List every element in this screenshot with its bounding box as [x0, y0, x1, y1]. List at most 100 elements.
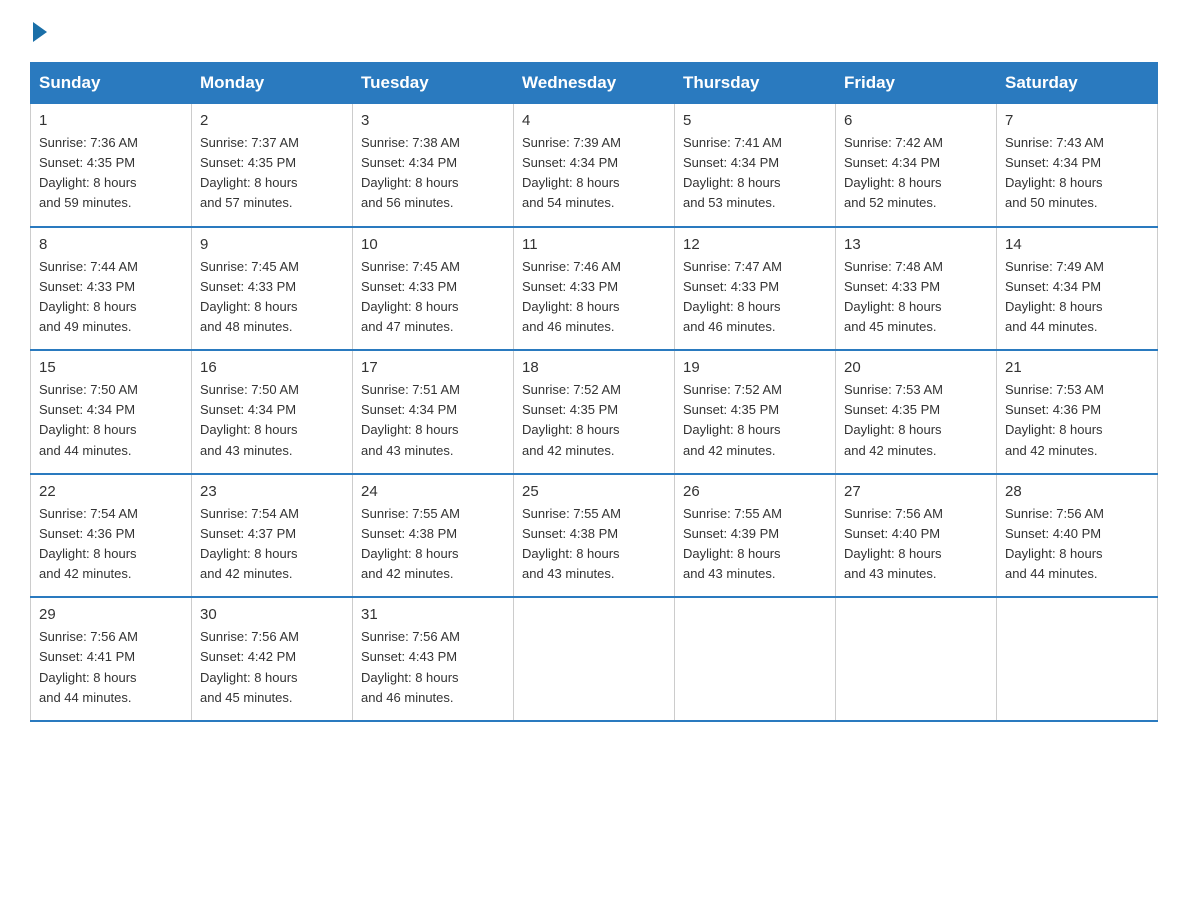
day-number: 12: [683, 236, 827, 253]
day-info: Sunrise: 7:55 AMSunset: 4:38 PMDaylight:…: [522, 504, 666, 585]
day-number: 25: [522, 483, 666, 500]
calendar-cell: 4 Sunrise: 7:39 AMSunset: 4:34 PMDayligh…: [514, 104, 675, 227]
day-info: Sunrise: 7:53 AMSunset: 4:36 PMDaylight:…: [1005, 380, 1149, 461]
logo-line1: [30, 20, 47, 42]
day-info: Sunrise: 7:38 AMSunset: 4:34 PMDaylight:…: [361, 133, 505, 214]
day-info: Sunrise: 7:55 AMSunset: 4:38 PMDaylight:…: [361, 504, 505, 585]
calendar-cell: 6 Sunrise: 7:42 AMSunset: 4:34 PMDayligh…: [836, 104, 997, 227]
day-info: Sunrise: 7:37 AMSunset: 4:35 PMDaylight:…: [200, 133, 344, 214]
calendar-cell: 12 Sunrise: 7:47 AMSunset: 4:33 PMDaylig…: [675, 227, 836, 351]
day-info: Sunrise: 7:56 AMSunset: 4:40 PMDaylight:…: [1005, 504, 1149, 585]
day-number: 20: [844, 359, 988, 376]
weekday-header-friday: Friday: [836, 63, 997, 104]
calendar-cell: [514, 597, 675, 721]
day-info: Sunrise: 7:49 AMSunset: 4:34 PMDaylight:…: [1005, 257, 1149, 338]
calendar-cell: 2 Sunrise: 7:37 AMSunset: 4:35 PMDayligh…: [192, 104, 353, 227]
day-number: 21: [1005, 359, 1149, 376]
day-info: Sunrise: 7:47 AMSunset: 4:33 PMDaylight:…: [683, 257, 827, 338]
day-info: Sunrise: 7:50 AMSunset: 4:34 PMDaylight:…: [39, 380, 183, 461]
calendar-cell: 28 Sunrise: 7:56 AMSunset: 4:40 PMDaylig…: [997, 474, 1158, 598]
day-info: Sunrise: 7:50 AMSunset: 4:34 PMDaylight:…: [200, 380, 344, 461]
day-number: 2: [200, 112, 344, 129]
calendar-cell: 31 Sunrise: 7:56 AMSunset: 4:43 PMDaylig…: [353, 597, 514, 721]
calendar-cell: [997, 597, 1158, 721]
calendar-cell: 10 Sunrise: 7:45 AMSunset: 4:33 PMDaylig…: [353, 227, 514, 351]
calendar-cell: 11 Sunrise: 7:46 AMSunset: 4:33 PMDaylig…: [514, 227, 675, 351]
calendar-cell: 19 Sunrise: 7:52 AMSunset: 4:35 PMDaylig…: [675, 350, 836, 474]
day-number: 3: [361, 112, 505, 129]
calendar-cell: 1 Sunrise: 7:36 AMSunset: 4:35 PMDayligh…: [31, 104, 192, 227]
day-info: Sunrise: 7:39 AMSunset: 4:34 PMDaylight:…: [522, 133, 666, 214]
day-info: Sunrise: 7:56 AMSunset: 4:43 PMDaylight:…: [361, 627, 505, 708]
calendar-cell: 23 Sunrise: 7:54 AMSunset: 4:37 PMDaylig…: [192, 474, 353, 598]
calendar-cell: 7 Sunrise: 7:43 AMSunset: 4:34 PMDayligh…: [997, 104, 1158, 227]
day-number: 17: [361, 359, 505, 376]
calendar-table: SundayMondayTuesdayWednesdayThursdayFrid…: [30, 62, 1158, 722]
page-header: [30, 20, 1158, 42]
calendar-week-row: 22 Sunrise: 7:54 AMSunset: 4:36 PMDaylig…: [31, 474, 1158, 598]
day-number: 19: [683, 359, 827, 376]
day-number: 24: [361, 483, 505, 500]
day-info: Sunrise: 7:56 AMSunset: 4:41 PMDaylight:…: [39, 627, 183, 708]
day-number: 29: [39, 606, 183, 623]
day-number: 8: [39, 236, 183, 253]
calendar-cell: 16 Sunrise: 7:50 AMSunset: 4:34 PMDaylig…: [192, 350, 353, 474]
calendar-cell: 26 Sunrise: 7:55 AMSunset: 4:39 PMDaylig…: [675, 474, 836, 598]
calendar-cell: 21 Sunrise: 7:53 AMSunset: 4:36 PMDaylig…: [997, 350, 1158, 474]
weekday-header-monday: Monday: [192, 63, 353, 104]
weekday-header-wednesday: Wednesday: [514, 63, 675, 104]
day-info: Sunrise: 7:52 AMSunset: 4:35 PMDaylight:…: [683, 380, 827, 461]
day-number: 11: [522, 236, 666, 253]
calendar-cell: [675, 597, 836, 721]
day-number: 31: [361, 606, 505, 623]
weekday-header-thursday: Thursday: [675, 63, 836, 104]
day-number: 14: [1005, 236, 1149, 253]
logo-triangle-icon: [33, 22, 47, 42]
calendar-cell: 18 Sunrise: 7:52 AMSunset: 4:35 PMDaylig…: [514, 350, 675, 474]
day-number: 22: [39, 483, 183, 500]
day-number: 13: [844, 236, 988, 253]
day-number: 5: [683, 112, 827, 129]
calendar-cell: 24 Sunrise: 7:55 AMSunset: 4:38 PMDaylig…: [353, 474, 514, 598]
day-info: Sunrise: 7:56 AMSunset: 4:40 PMDaylight:…: [844, 504, 988, 585]
day-number: 26: [683, 483, 827, 500]
day-number: 30: [200, 606, 344, 623]
day-info: Sunrise: 7:51 AMSunset: 4:34 PMDaylight:…: [361, 380, 505, 461]
calendar-cell: 9 Sunrise: 7:45 AMSunset: 4:33 PMDayligh…: [192, 227, 353, 351]
calendar-cell: 13 Sunrise: 7:48 AMSunset: 4:33 PMDaylig…: [836, 227, 997, 351]
calendar-cell: 15 Sunrise: 7:50 AMSunset: 4:34 PMDaylig…: [31, 350, 192, 474]
day-number: 4: [522, 112, 666, 129]
weekday-header-tuesday: Tuesday: [353, 63, 514, 104]
day-info: Sunrise: 7:54 AMSunset: 4:37 PMDaylight:…: [200, 504, 344, 585]
calendar-cell: 14 Sunrise: 7:49 AMSunset: 4:34 PMDaylig…: [997, 227, 1158, 351]
day-info: Sunrise: 7:44 AMSunset: 4:33 PMDaylight:…: [39, 257, 183, 338]
calendar-cell: 22 Sunrise: 7:54 AMSunset: 4:36 PMDaylig…: [31, 474, 192, 598]
day-info: Sunrise: 7:53 AMSunset: 4:35 PMDaylight:…: [844, 380, 988, 461]
day-info: Sunrise: 7:52 AMSunset: 4:35 PMDaylight:…: [522, 380, 666, 461]
day-number: 23: [200, 483, 344, 500]
day-info: Sunrise: 7:46 AMSunset: 4:33 PMDaylight:…: [522, 257, 666, 338]
day-number: 9: [200, 236, 344, 253]
calendar-cell: 3 Sunrise: 7:38 AMSunset: 4:34 PMDayligh…: [353, 104, 514, 227]
calendar-cell: 8 Sunrise: 7:44 AMSunset: 4:33 PMDayligh…: [31, 227, 192, 351]
day-info: Sunrise: 7:48 AMSunset: 4:33 PMDaylight:…: [844, 257, 988, 338]
day-info: Sunrise: 7:55 AMSunset: 4:39 PMDaylight:…: [683, 504, 827, 585]
day-info: Sunrise: 7:45 AMSunset: 4:33 PMDaylight:…: [200, 257, 344, 338]
calendar-cell: [836, 597, 997, 721]
day-number: 18: [522, 359, 666, 376]
day-info: Sunrise: 7:56 AMSunset: 4:42 PMDaylight:…: [200, 627, 344, 708]
day-info: Sunrise: 7:36 AMSunset: 4:35 PMDaylight:…: [39, 133, 183, 214]
day-number: 28: [1005, 483, 1149, 500]
calendar-cell: 20 Sunrise: 7:53 AMSunset: 4:35 PMDaylig…: [836, 350, 997, 474]
calendar-week-row: 8 Sunrise: 7:44 AMSunset: 4:33 PMDayligh…: [31, 227, 1158, 351]
day-info: Sunrise: 7:54 AMSunset: 4:36 PMDaylight:…: [39, 504, 183, 585]
day-info: Sunrise: 7:42 AMSunset: 4:34 PMDaylight:…: [844, 133, 988, 214]
calendar-cell: 5 Sunrise: 7:41 AMSunset: 4:34 PMDayligh…: [675, 104, 836, 227]
calendar-week-row: 1 Sunrise: 7:36 AMSunset: 4:35 PMDayligh…: [31, 104, 1158, 227]
day-number: 6: [844, 112, 988, 129]
calendar-week-row: 15 Sunrise: 7:50 AMSunset: 4:34 PMDaylig…: [31, 350, 1158, 474]
day-info: Sunrise: 7:43 AMSunset: 4:34 PMDaylight:…: [1005, 133, 1149, 214]
weekday-header-saturday: Saturday: [997, 63, 1158, 104]
day-number: 15: [39, 359, 183, 376]
weekday-header-row: SundayMondayTuesdayWednesdayThursdayFrid…: [31, 63, 1158, 104]
